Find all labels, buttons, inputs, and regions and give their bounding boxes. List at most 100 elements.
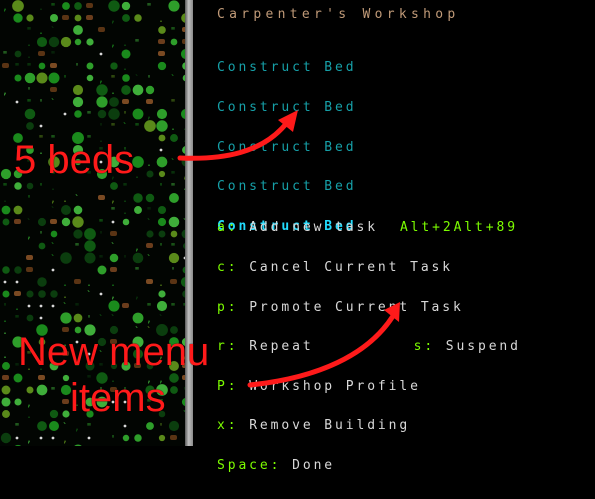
task-item[interactable]: Construct Bed xyxy=(217,61,356,74)
tree-tile xyxy=(108,0,120,12)
hotkey-P: P xyxy=(217,378,228,394)
menu-item-repeat[interactable]: r: Repeat xyxy=(217,339,314,354)
log-tile xyxy=(134,363,141,368)
grass-tile: ' xyxy=(38,230,44,241)
tree-tile xyxy=(48,36,60,48)
stone-tile xyxy=(123,160,127,164)
tree-tile xyxy=(132,312,144,324)
tree-tile xyxy=(134,434,142,442)
log-tile xyxy=(158,51,165,56)
task-item[interactable]: Construct Bed xyxy=(217,140,356,153)
menu-item-done[interactable]: Space: Done xyxy=(217,459,521,472)
grass-tile: ` xyxy=(158,313,164,325)
tree-tile xyxy=(38,242,46,250)
tree-tile xyxy=(48,156,60,168)
tree-tile xyxy=(122,434,130,442)
tree-tile xyxy=(96,84,108,96)
hotkey-a: a xyxy=(217,220,228,236)
tree-tile xyxy=(133,193,143,203)
tree-tile xyxy=(26,122,34,130)
grass-tile: . xyxy=(14,302,20,313)
grass-tile: . xyxy=(146,158,152,169)
log-tile xyxy=(26,267,33,272)
tree-tile xyxy=(144,120,156,132)
menu-item-cancel-task[interactable]: c: Cancel Current Task xyxy=(217,261,521,274)
log-tile xyxy=(158,39,165,44)
tree-tile xyxy=(1,205,11,215)
tree-tile xyxy=(169,193,179,203)
menu-row-repeat-suspend: r: Repeat s: Suspend xyxy=(217,340,521,353)
stone-tile xyxy=(51,436,55,440)
add-task-hotkeys: Alt+2Alt+89 xyxy=(399,220,518,236)
grass-tile: " xyxy=(146,2,152,13)
tree-tile xyxy=(14,398,22,406)
stone-tile xyxy=(159,148,163,152)
tree-tile xyxy=(73,205,83,215)
tree-tile xyxy=(84,252,96,264)
stone-tile xyxy=(39,316,43,320)
tree-tile xyxy=(170,326,178,334)
task-item[interactable]: Construct Bed xyxy=(217,101,356,114)
grass-tile: " xyxy=(50,386,56,397)
tree-tile xyxy=(97,265,107,275)
grass-tile: ` xyxy=(146,217,152,229)
tree-tile xyxy=(158,170,166,178)
grass-tile: " xyxy=(86,422,92,433)
tree-tile xyxy=(2,290,10,298)
grass-tile: , xyxy=(158,374,164,385)
stone-tile xyxy=(51,304,55,308)
grass-tile: ' xyxy=(158,182,164,193)
log-tile xyxy=(86,15,93,20)
grass-tile: ` xyxy=(134,73,140,85)
task-item[interactable]: Construct Bed xyxy=(217,180,356,193)
grass-tile: ' xyxy=(158,422,164,433)
grass-tile: ' xyxy=(98,122,104,133)
grass-tile: " xyxy=(86,170,92,181)
stone-tile xyxy=(87,436,91,440)
grass-tile: ` xyxy=(110,313,116,325)
tree-tile xyxy=(36,72,48,84)
menu-label-suspend: Suspend xyxy=(445,339,521,355)
menu-item-workshop-profile[interactable]: P: Workshop Profile xyxy=(217,380,521,393)
log-tile xyxy=(2,63,9,68)
menu-label-cancel-task: Cancel Current Task xyxy=(249,260,454,276)
tree-tile xyxy=(170,134,178,142)
tree-tile xyxy=(26,182,34,190)
menu-item-remove-building[interactable]: x: Remove Building xyxy=(217,419,521,432)
grass-tile: " xyxy=(86,134,92,145)
tree-tile xyxy=(110,182,118,190)
tree-tile xyxy=(48,420,60,432)
grass-tile: " xyxy=(170,98,176,109)
grass-tile: . xyxy=(110,278,116,289)
map-terrain-tiles: ,. " ", .". ` ".,. "". "" " ' .', " ` ' `, ' ." ' ` "" ' ,' " `… xyxy=(0,0,185,446)
tree-tile xyxy=(72,84,84,96)
map-view[interactable]: ,. " ",. ". ` ".,. " ". " " " '. ', " ` ' `, '. " ' ` " " ', ' " `… xyxy=(0,0,185,446)
grass-tile: " xyxy=(134,266,140,277)
grass-tile: " xyxy=(134,122,140,133)
tree-tile xyxy=(122,74,130,82)
tree-tile xyxy=(2,266,10,274)
grass-tile: ' xyxy=(26,194,32,205)
tree-tile xyxy=(121,49,131,59)
tree-tile xyxy=(72,216,84,228)
grass-tile: ' xyxy=(122,386,128,397)
menu-item-suspend[interactable]: s: Suspend xyxy=(414,339,521,354)
grass-tile: " xyxy=(122,182,128,193)
grass-tile: " xyxy=(98,218,104,229)
tree-tile xyxy=(1,397,11,407)
grass-tile: . xyxy=(50,182,56,193)
menu-item-add-task[interactable]: a: Add new task Alt+2Alt+89 xyxy=(217,221,521,234)
grass-tile: , xyxy=(2,86,8,97)
tree-tile xyxy=(62,374,70,382)
tree-tile xyxy=(13,373,23,383)
menu-item-promote-task[interactable]: p: Promote Current Task xyxy=(217,301,521,314)
tree-tile xyxy=(157,205,167,215)
hotkey-sep: : xyxy=(227,220,250,236)
log-tile xyxy=(110,339,117,344)
grass-tile: , xyxy=(50,194,56,205)
grass-tile: . xyxy=(38,146,44,157)
grass-tile: . xyxy=(122,38,128,49)
grass-tile: ` xyxy=(50,97,56,109)
tree-tile xyxy=(13,205,23,215)
tree-tile xyxy=(38,338,46,346)
